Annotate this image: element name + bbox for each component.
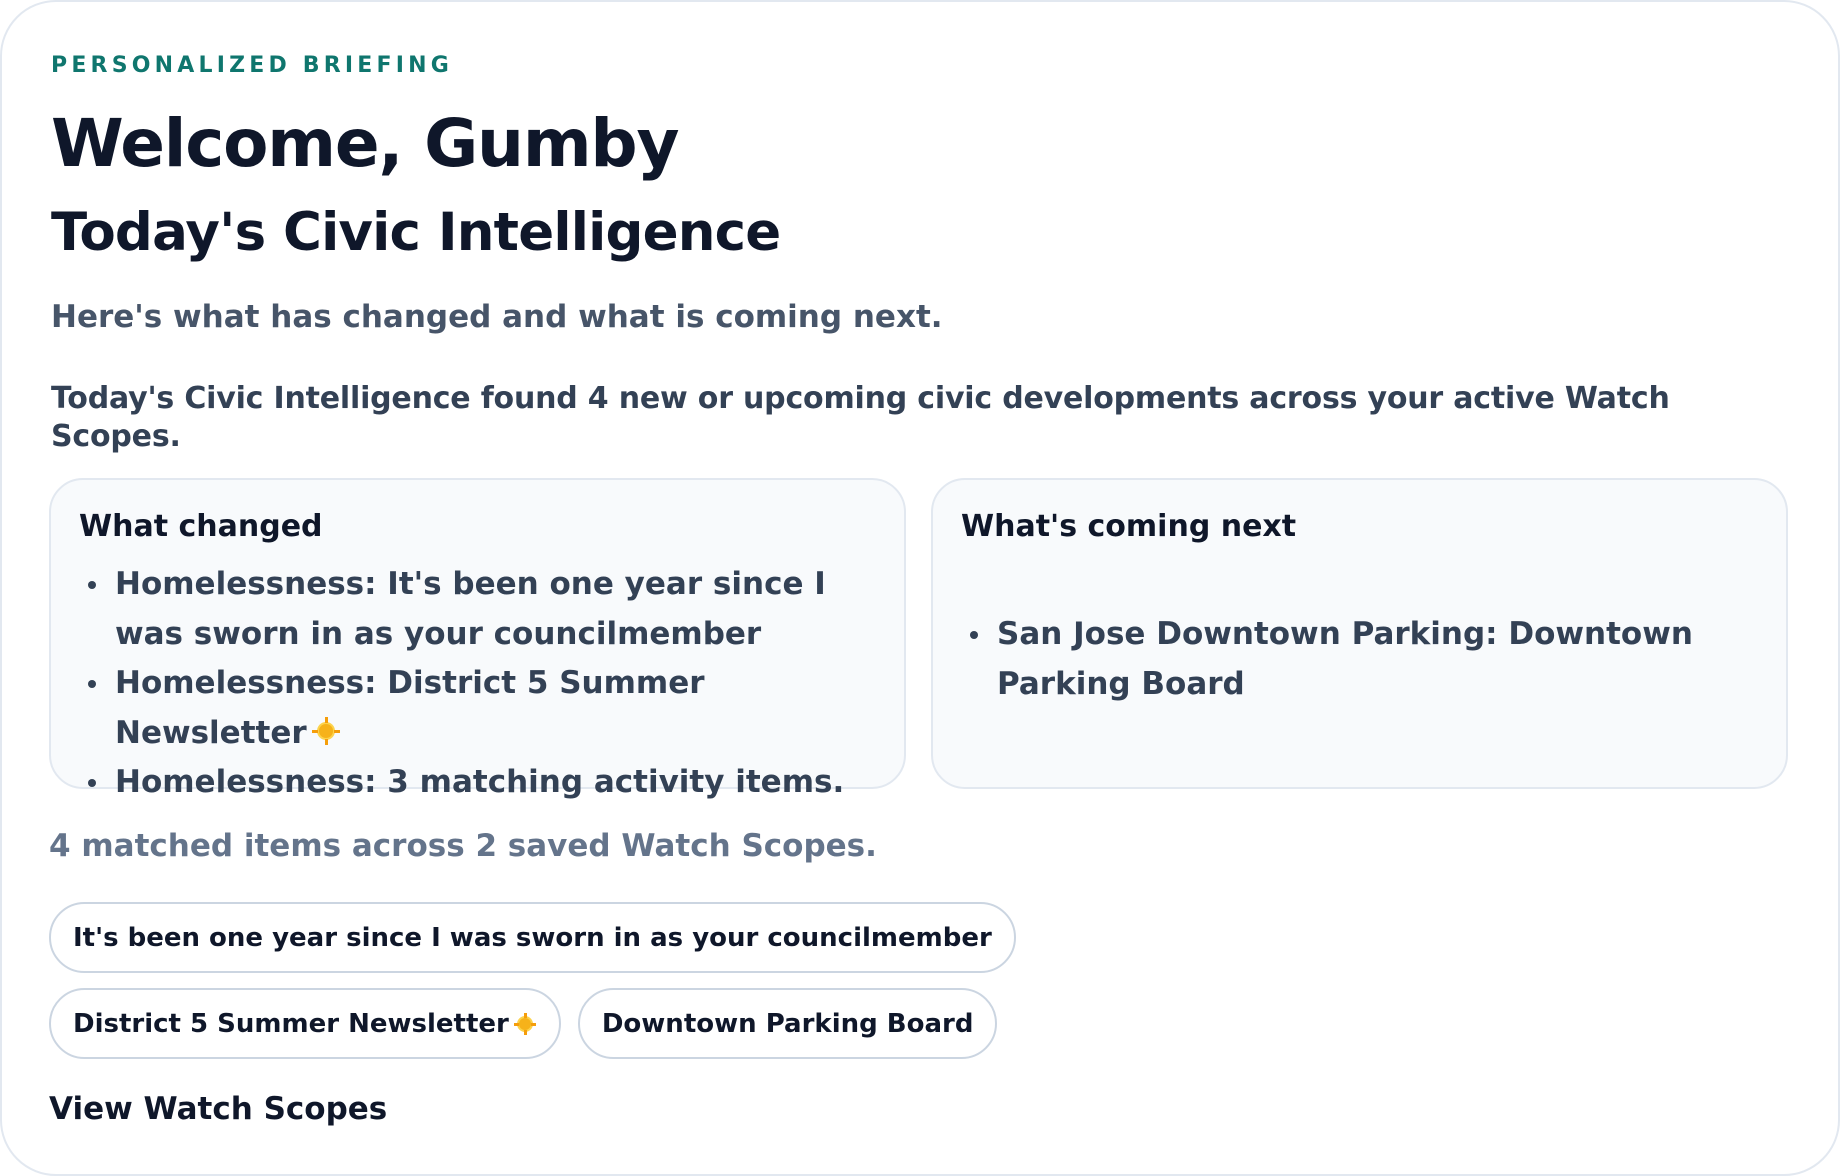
chip-label: It's been one year since I was sworn in … — [73, 922, 992, 953]
sun-emoji-icon — [311, 716, 341, 746]
list-item: Homelessness: District 5 Summer Newslett… — [79, 659, 876, 758]
chip-sworn-in-anniversary[interactable]: It's been one year since I was sworn in … — [49, 902, 1016, 973]
what-changed-panel: What changed Homelessness: It's been one… — [49, 478, 906, 800]
chip-label: District 5 Summer Newsletter — [73, 1008, 509, 1039]
list-item-text: Homelessness: District 5 Summer Newslett… — [115, 665, 705, 751]
what-changed-title: What changed — [79, 509, 323, 544]
sun-emoji-icon — [513, 1012, 537, 1036]
briefing-summary: Today's Civic Intelligence found 4 new o… — [51, 381, 1670, 454]
chip-label: Downtown Parking Board — [601, 1008, 974, 1039]
matched-summary: 4 matched items across 2 saved Watch Sco… — [49, 828, 877, 864]
chip-district-5-newsletter[interactable]: District 5 Summer Newsletter — [49, 988, 561, 1059]
list-item: Homelessness: It's been one year since I… — [79, 560, 876, 659]
what-changed-list: Homelessness: It's been one year since I… — [79, 560, 876, 808]
briefing-lede: Here's what has changed and what is comi… — [51, 299, 943, 335]
briefing-eyebrow: PERSONALIZED BRIEFING — [51, 53, 453, 78]
list-item: Homelessness: 3 matching activity items. — [79, 758, 876, 808]
welcome-heading: Welcome, Gumby — [51, 105, 679, 182]
matched-item-chips: It's been one year since I was sworn in … — [49, 902, 1529, 1059]
whats-next-title: What's coming next — [961, 509, 1297, 544]
list-item: San Jose Downtown Parking: Downtown Park… — [961, 610, 1758, 709]
page-title: Today's Civic Intelligence — [51, 202, 781, 263]
list-item-text: Homelessness: It's been one year since I… — [115, 566, 826, 652]
chip-downtown-parking-board[interactable]: Downtown Parking Board — [577, 988, 998, 1059]
briefing-panels: What changed Homelessness: It's been one… — [49, 478, 1788, 800]
list-item-text: San Jose Downtown Parking: Downtown Park… — [997, 616, 1693, 702]
whats-next-list: San Jose Downtown Parking: Downtown Park… — [961, 610, 1758, 709]
whats-next-panel: What's coming next San Jose Downtown Par… — [931, 478, 1788, 789]
list-item-text: Homelessness: 3 matching activity items. — [115, 764, 845, 800]
view-watch-scopes-link[interactable]: View Watch Scopes — [49, 1090, 387, 1128]
